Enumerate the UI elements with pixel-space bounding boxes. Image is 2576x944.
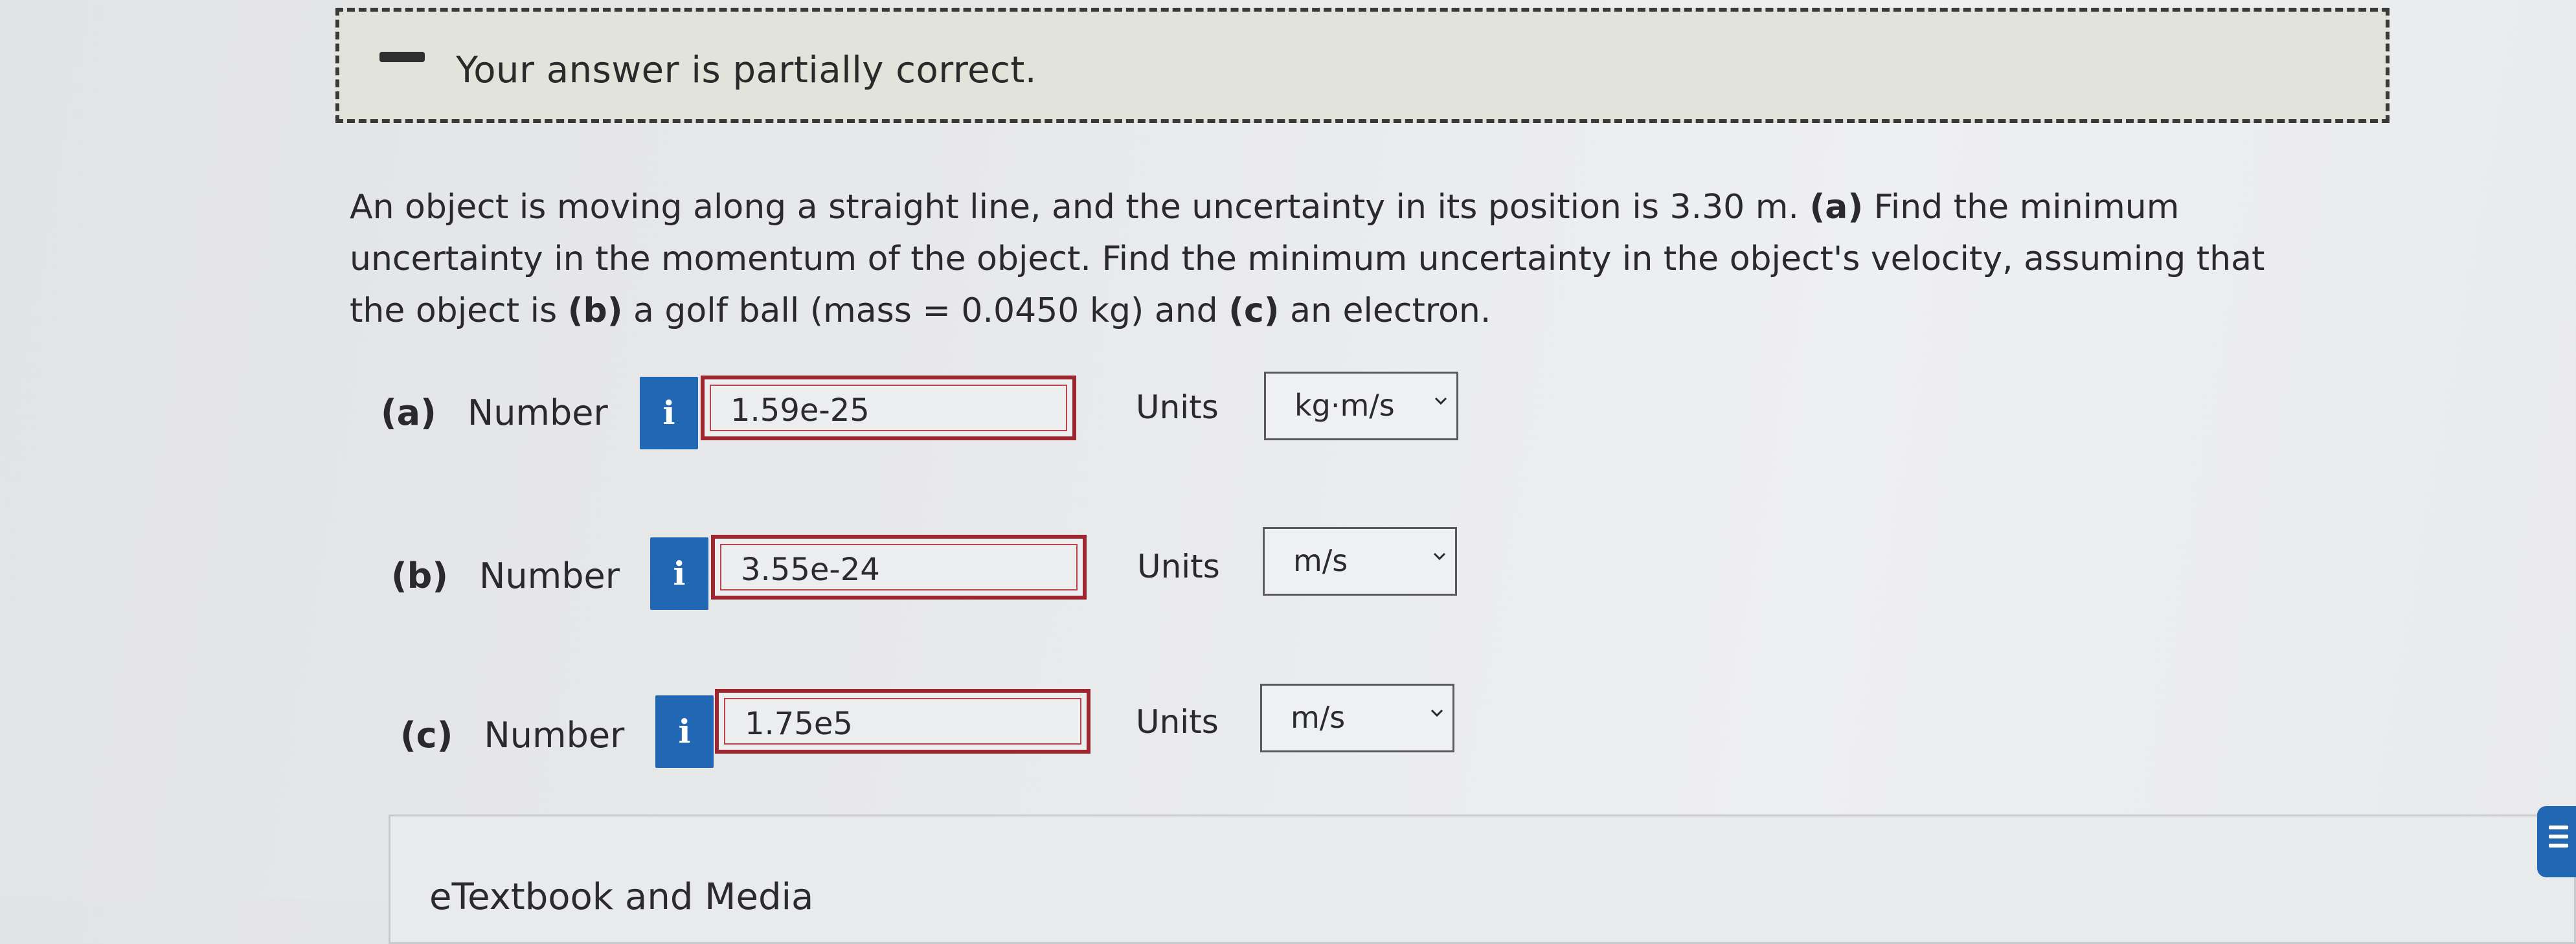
chevron-down-icon — [1434, 397, 1447, 405]
row-c-part: (c) — [400, 715, 453, 756]
info-icon[interactable]: i — [650, 537, 708, 610]
info-icon[interactable]: i — [640, 377, 698, 449]
row-a-label: (a) Number — [381, 392, 608, 433]
answer-a-input[interactable]: 1.59e-25 — [701, 376, 1076, 440]
row-a-number-label: Number — [467, 392, 608, 433]
question-tag-b: (b) — [567, 291, 623, 330]
textbook-media-panel[interactable]: eTextbook and Media — [389, 815, 2576, 944]
side-menu-tab[interactable] — [2537, 806, 2576, 877]
row-c-label: (c) Number — [400, 715, 624, 756]
row-a-units-label: Units — [1136, 388, 1219, 426]
answer-b-input[interactable]: 3.55e-24 — [711, 535, 1087, 600]
units-a-value: kg·m/s — [1294, 388, 1395, 423]
units-c-select[interactable]: m/s — [1260, 684, 1454, 752]
textbook-media-label: eTextbook and Media — [429, 876, 814, 918]
feedback-banner: Your answer is partially correct. — [335, 8, 2390, 123]
row-b-label: (b) Number — [391, 556, 620, 596]
partial-correct-dash-icon — [379, 52, 425, 62]
chevron-down-icon — [1430, 709, 1443, 717]
question-tag-a: (a) — [1809, 188, 1864, 227]
chevron-down-icon — [1433, 552, 1446, 561]
feedback-message: Your answer is partially correct. — [456, 49, 1037, 91]
units-a-select[interactable]: kg·m/s — [1264, 372, 1458, 440]
row-b-part: (b) — [391, 556, 449, 596]
answer-b-value: 3.55e-24 — [741, 552, 880, 588]
row-c-units-label: Units — [1136, 703, 1219, 741]
question-tag-c: (c) — [1228, 291, 1280, 330]
info-icon[interactable]: i — [655, 695, 714, 768]
answer-a-value: 1.59e-25 — [730, 392, 870, 429]
menu-lines-icon — [2549, 826, 2568, 853]
row-a-part: (a) — [381, 392, 436, 433]
units-c-value: m/s — [1291, 700, 1346, 735]
question-text: An object is moving along a straight lin… — [350, 181, 2292, 337]
question-part1: An object is moving along a straight lin… — [350, 188, 1799, 227]
units-b-select[interactable]: m/s — [1263, 527, 1457, 596]
question-part4: an electron. — [1290, 291, 1491, 330]
question-part3: a golf ball (mass = 0.0450 kg) and — [633, 291, 1218, 330]
units-b-value: m/s — [1293, 543, 1348, 578]
row-b-units-label: Units — [1137, 548, 1220, 585]
row-c-number-label: Number — [484, 715, 625, 756]
answer-c-input[interactable]: 1.75e5 — [715, 689, 1090, 754]
row-b-number-label: Number — [479, 556, 620, 596]
answer-c-value: 1.75e5 — [745, 706, 853, 742]
